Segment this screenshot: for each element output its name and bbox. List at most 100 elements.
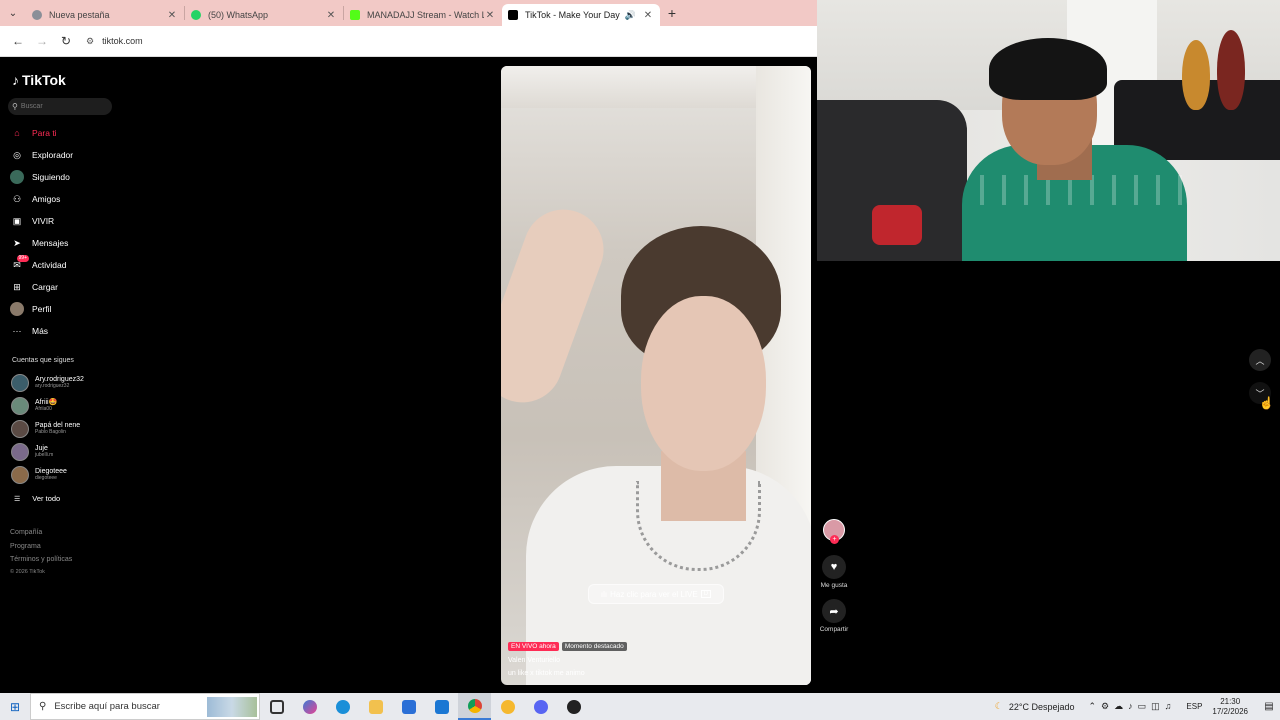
following-account[interactable]: Papá del nene Pablo Bagolin xyxy=(11,417,84,440)
chrome-alt-button[interactable] xyxy=(491,693,524,720)
chevron-up-icon: ︿ xyxy=(1255,355,1265,366)
edge-button[interactable] xyxy=(326,693,359,720)
file-explorer-button[interactable] xyxy=(359,693,392,720)
kick-icon xyxy=(350,10,360,20)
windows-taskbar: ⊞ ⚲ Escribe aquí para buscar ☾ 22°C Desp… xyxy=(0,693,1280,720)
like-label: Me gusta xyxy=(820,582,848,589)
tiktok-logo[interactable]: ♪ TikTok xyxy=(12,72,66,88)
site-info-icon[interactable]: ⚙ xyxy=(86,36,94,47)
account-handle: jubelli.m xyxy=(35,451,54,458)
clock[interactable]: 21:30 17/2/2026 xyxy=(1212,697,1248,717)
windows-start-button[interactable]: ⊞ xyxy=(0,693,30,720)
store-button[interactable] xyxy=(392,693,425,720)
new-tab-button[interactable]: + xyxy=(660,5,684,21)
chrome-taskbar-button[interactable] xyxy=(458,693,491,720)
previous-video-button[interactable]: ︿ xyxy=(1249,349,1271,371)
taskbar-search-input[interactable]: ⚲ Escribe aquí para buscar xyxy=(30,693,260,720)
sidebar-item-vivir[interactable]: ▣ VIVIR xyxy=(10,210,120,232)
reload-button[interactable]: ↻ xyxy=(54,29,78,53)
following-account[interactable]: Afriii🤩 Afriia00 xyxy=(11,394,84,417)
footer-link-compania[interactable]: Compañía xyxy=(10,526,72,540)
account-name: Ary.rodriguez32 xyxy=(35,375,84,383)
forward-button[interactable]: → xyxy=(30,29,54,53)
url-text: tiktok.com xyxy=(102,36,143,46)
following-list: Ary.rodriguez32 ary.rodriguez32 Afriii🤩 Af… xyxy=(11,371,84,486)
tab-strip: ⌄ Nueva pestaña ✕ (50) WhatsApp ✕ MANADA… xyxy=(0,0,817,26)
chrome-icon xyxy=(467,698,482,713)
taskbar-search-placeholder: Escribe aquí para buscar xyxy=(54,701,160,712)
compass-icon: ◎ xyxy=(13,149,21,160)
account-handle: ary.rodriguez32 xyxy=(35,382,70,389)
tab-tiktok[interactable]: TikTok - Make Your Day 🔊 ✕ xyxy=(502,4,660,26)
sidebar-item-amigos[interactable]: ⚇ Amigos xyxy=(10,188,120,210)
tab-search-icon[interactable]: ⌄ xyxy=(0,0,26,26)
avatar xyxy=(11,442,29,461)
back-button[interactable]: ← xyxy=(6,29,30,53)
tiktok-logo-icon: ♪ xyxy=(12,72,19,88)
whatsapp-icon xyxy=(191,10,201,20)
avatar xyxy=(11,465,29,484)
video-player[interactable]: ılı Haz clic para ver el LIVE D EN VIVO … xyxy=(501,66,811,685)
tab-nueva-pestana[interactable]: Nueva pestaña ✕ xyxy=(26,4,184,26)
footer-link-terminos[interactable]: Términos y políticas xyxy=(10,553,72,567)
search-placeholder: Buscar xyxy=(20,103,43,110)
obs-button[interactable] xyxy=(557,693,590,720)
footer-link-programa[interactable]: Programa xyxy=(10,540,72,554)
tray-icons[interactable]: ⌃⚙☁♪▭◫♫ xyxy=(1089,701,1177,712)
following-account[interactable]: Diegoteee diegoteee xyxy=(11,463,84,486)
account-name: Juje xyxy=(35,444,48,452)
message-icon: ➤ xyxy=(13,237,21,248)
speaker-icon[interactable]: 🔊 xyxy=(625,10,636,21)
video-tags: EN VIVO ahora Momento destacado xyxy=(508,642,627,651)
close-icon[interactable]: ✕ xyxy=(166,10,178,21)
close-icon[interactable]: ✕ xyxy=(642,10,654,21)
tab-title: TikTok - Make Your Day xyxy=(525,10,620,20)
copilot-button[interactable] xyxy=(293,693,326,720)
activity-badge: 99+ xyxy=(16,255,29,262)
sidebar-item-explorador[interactable]: ◎ Explorador xyxy=(10,144,120,166)
sidebar-item-actividad[interactable]: ✉ 99+ Actividad xyxy=(10,254,120,276)
tab-whatsapp[interactable]: (50) WhatsApp ✕ xyxy=(185,4,343,26)
see-all-label: Ver todo xyxy=(32,494,61,503)
follow-plus-icon[interactable]: + xyxy=(830,535,839,544)
following-account[interactable]: Ary.rodriguez32 ary.rodriguez32 xyxy=(11,371,84,394)
browser-toolbar: ← → ↻ ⚙ tiktok.com xyxy=(0,26,817,57)
search-input[interactable]: ⚲ Buscar xyxy=(8,98,112,115)
mail-button[interactable] xyxy=(425,693,458,720)
discord-button[interactable] xyxy=(524,693,557,720)
sidebar-item-mas[interactable]: ··· Más xyxy=(10,320,120,342)
video-author[interactable]: Valen Venturiello xyxy=(508,657,560,664)
close-icon[interactable]: ✕ xyxy=(484,10,496,21)
task-view-button[interactable] xyxy=(260,693,293,720)
sidebar-item-para-ti[interactable]: ⌂ Para ti xyxy=(10,122,120,144)
like-button[interactable]: ♥ xyxy=(822,555,846,579)
sidebar-item-siguiendo[interactable]: Siguiendo xyxy=(10,166,120,188)
notifications-button[interactable]: ▤ xyxy=(1258,701,1280,712)
account-name: Afriii🤩 xyxy=(35,398,58,406)
address-bar[interactable]: ⚙ tiktok.com xyxy=(82,30,802,52)
sidebar-item-label: Perfil xyxy=(32,304,52,314)
weather-widget[interactable]: ☾ 22°C Despejado xyxy=(995,701,1075,712)
language-indicator[interactable]: ESP xyxy=(1186,702,1202,711)
more-icon: ··· xyxy=(12,326,22,336)
copyright: © 2026 TikTok xyxy=(10,568,45,575)
watch-live-button[interactable]: ılı Haz clic para ver el LIVE D xyxy=(588,584,724,604)
tab-kick-stream[interactable]: MANADAJJ Stream - Watch Li... ✕ xyxy=(344,4,502,26)
see-all-button[interactable]: ☰ Ver todo xyxy=(14,494,60,503)
footer-links: Compañía Programa Términos y políticas ©… xyxy=(10,526,72,577)
clock-time: 21:30 xyxy=(1220,696,1241,706)
close-icon[interactable]: ✕ xyxy=(325,10,337,21)
sidebar-item-cargar[interactable]: ⊞ Cargar xyxy=(10,276,120,298)
chrome-icon xyxy=(32,10,42,20)
obs-icon xyxy=(566,699,581,714)
avatar xyxy=(11,419,29,438)
sidebar-item-label: Explorador xyxy=(32,150,74,160)
upload-icon: ⊞ xyxy=(13,281,21,292)
share-button[interactable]: ➦ xyxy=(822,599,846,623)
creator-avatar[interactable]: + xyxy=(823,519,845,544)
sidebar-item-mensajes[interactable]: ➤ Mensajes xyxy=(10,232,120,254)
tab-title: (50) WhatsApp xyxy=(208,10,269,20)
sidebar-item-perfil[interactable]: Perfil xyxy=(10,298,120,320)
system-tray: ☾ 22°C Despejado ⌃⚙☁♪▭◫♫ ESP 21:30 17/2/… xyxy=(995,697,1280,717)
following-account[interactable]: Juje jubelli.m xyxy=(11,440,84,463)
